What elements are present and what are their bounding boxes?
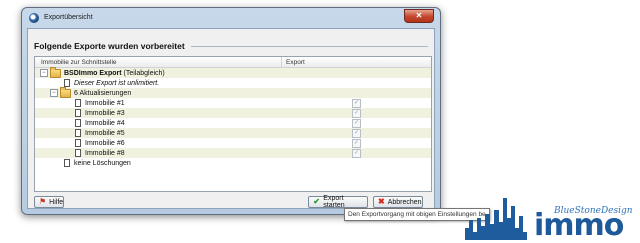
logo-wordmark: immo (534, 208, 624, 243)
column-separator[interactable] (281, 57, 282, 67)
document-icon (75, 149, 81, 157)
export-overview-window: Exportübersicht ✕ Folgende Exporte wurde… (21, 7, 441, 215)
column-header-property[interactable]: Immobilie zur Schnittstelle (41, 59, 117, 66)
export-checkbox[interactable]: ✓ (352, 129, 361, 138)
document-icon (75, 99, 81, 107)
help-icon: ⚑ (39, 197, 47, 206)
root-note: Dieser Export ist unlimitiert. (74, 79, 160, 87)
document-icon (64, 159, 70, 167)
export-checkbox[interactable]: ✓ (352, 109, 361, 118)
tree-row-item[interactable]: Immobilie #5 ✓ (35, 128, 431, 138)
collapse-icon[interactable]: − (50, 89, 58, 97)
tree-row-item[interactable]: Immobilie #3 ✓ (35, 108, 431, 118)
document-icon (75, 109, 81, 117)
tree-row-note[interactable]: Dieser Export ist unlimitiert. (35, 78, 431, 88)
export-checkbox[interactable]: ✓ (352, 139, 361, 148)
item-label: Immobilie #4 (85, 119, 125, 127)
window-title: Exportübersicht (44, 14, 93, 21)
column-header-export[interactable]: Export (286, 59, 305, 66)
document-icon (75, 119, 81, 127)
tree-row-item[interactable]: Immobilie #6 ✓ (35, 138, 431, 148)
export-checkbox[interactable]: ✓ (352, 119, 361, 128)
checkmark-icon: ✔ (313, 197, 320, 206)
root-suffix: (Teilabgleich) (123, 69, 165, 77)
deletions-label: keine Löschungen (74, 159, 131, 167)
document-icon (75, 129, 81, 137)
item-label: Immobilie #1 (85, 99, 125, 107)
item-label: Immobilie #3 (85, 109, 125, 117)
column-header: Immobilie zur Schnittstelle Export (35, 57, 431, 68)
collapse-icon[interactable]: − (40, 69, 48, 77)
root-name: BSDImmo Export (64, 69, 122, 77)
document-icon (75, 139, 81, 147)
dialog-body: Folgende Exporte wurden vorbereitet Immo… (27, 28, 435, 209)
item-label: Immobilie #6 (85, 139, 125, 147)
tree-row-updates[interactable]: − 6 Aktualisierungen (35, 86, 431, 98)
item-label: Immobilie #5 (85, 129, 125, 137)
close-button[interactable]: ✕ (404, 9, 434, 23)
tree-row-item[interactable]: Immobilie #1 ✓ (35, 98, 431, 108)
updates-label: 6 Aktualisierungen (74, 89, 132, 97)
export-checkbox[interactable]: ✓ (352, 99, 361, 108)
heading-divider (191, 46, 428, 47)
tree-row-deletions[interactable]: keine Löschungen (35, 158, 431, 168)
item-label: Immobilie #8 (85, 149, 125, 157)
folder-icon (60, 86, 71, 98)
folder-icon (50, 66, 61, 78)
section-heading: Folgende Exporte wurden vorbereitet (34, 41, 185, 51)
export-checkbox[interactable]: ✓ (352, 149, 361, 158)
app-icon (29, 13, 39, 23)
cancel-label: Abbrechen (387, 198, 422, 206)
tree-row-root[interactable]: − BSDImmo Export (Teilabgleich) (35, 66, 431, 78)
start-export-button[interactable]: ✔ Export starten (308, 195, 368, 209)
export-tree-grid: Immobilie zur Schnittstelle Export − BSD… (34, 56, 432, 192)
tree-row-item[interactable]: Immobilie #8 ✓ (35, 148, 431, 158)
title-bar[interactable]: Exportübersicht ✕ (22, 8, 440, 28)
cancel-button[interactable]: ✖ Abbrechen (373, 196, 423, 208)
help-button[interactable]: ⚑ Hilfe (34, 196, 64, 208)
tree-row-item[interactable]: Immobilie #4 ✓ (35, 118, 431, 128)
cancel-icon: ✖ (378, 197, 385, 206)
start-export-label: Export starten (323, 195, 345, 209)
help-label: Hilfe (49, 198, 64, 206)
